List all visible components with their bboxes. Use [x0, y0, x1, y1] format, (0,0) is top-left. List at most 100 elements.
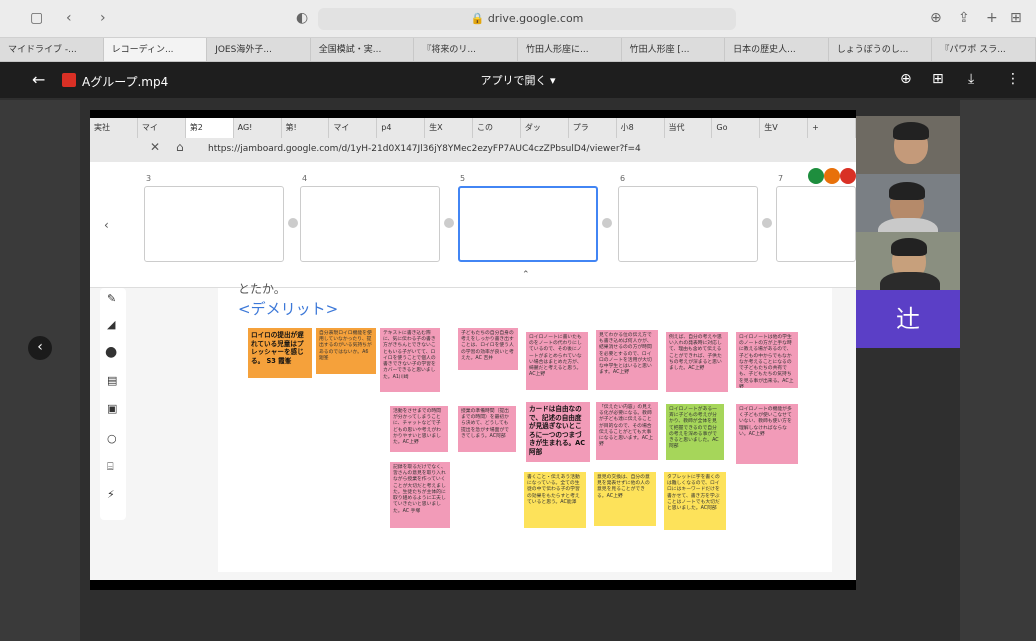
slide-number: 3 [146, 174, 152, 183]
recorded-tab: + [808, 118, 856, 138]
sticky-note: 自分表現ロイロ機能を使用していなかったり、提出するのがいる気持ちがあるのではない… [316, 328, 376, 374]
slides-strip: ‹ 3 4 5 6 7 ⌃ [90, 162, 856, 288]
sticky-note: 活動をさせまでの時間が分かってしまうことに、チャットなどで子どもの思いや考えがわ… [390, 406, 448, 452]
sticky-note: ロイロの提出が遅れている児童はプレッシャーを感じる。 S3 霞峯 [248, 328, 312, 378]
sticky-note: ロイロノートがある一斉に子どもの考えが分かり、教師が全体を見て把握できるので自分… [666, 404, 724, 460]
sticky-note: カードは自由なので、記述の自由度が見過ぎないところに一つのつまづきが生まれる。A… [526, 402, 590, 462]
sticky-note: 子どもたちの自分自身の考えをしっかり書き出すことは、ロイロを使う人の学習の効率が… [458, 328, 518, 370]
add-slide-icon [602, 218, 612, 228]
new-tab-icon[interactable]: + [986, 10, 998, 26]
recorded-tab: 第! [282, 118, 330, 138]
slide-thumbnail [776, 186, 856, 262]
sticky-note: ロイロノートの機能が多く子どもが使いこなせていない、教師も使い方を理解しなければ… [736, 404, 798, 464]
participant-hair [889, 182, 925, 200]
sticky-note: 「伝えたい内容」の見える化が必要になる。教師が子ども達に伝えることが目的なので、… [596, 402, 658, 460]
recorded-url: https://jamboard.google.com/d/1yH-21d0X1… [208, 144, 641, 154]
home-icon: ⌂ [176, 140, 184, 154]
collapse-chevron-icon: ⌃ [522, 270, 530, 280]
open-with-app-button[interactable]: アプリで開く ▾ [464, 70, 572, 92]
video-file-icon [62, 73, 76, 87]
forward-icon[interactable]: › [100, 10, 106, 26]
sticky-note: 見てわかる位の伝え方でも書き込めば何人かが、結果消せるのの方が時間を必要とするの… [596, 330, 658, 390]
sticky-note: 意見の交換は、自分の意見を発表せずに他の人の意見を見ることができる。AC上野 [594, 472, 656, 526]
browser-tab[interactable]: レコーディン... [103, 38, 208, 61]
sidebar-icon[interactable]: ▢ [30, 10, 43, 26]
open-new-window-icon[interactable]: ⊞ [932, 71, 944, 87]
recorded-tab: AG! [234, 118, 282, 138]
browser-tab[interactable]: 『将来のリ... [414, 38, 518, 61]
sticky-note: 書くこと・伝えあう活動になっている。全ての生徒の中で伝わる子の学習の効果をもたら… [524, 472, 586, 528]
recorded-tab: 生X [425, 118, 473, 138]
sticky-note: 例えば、自分の考えや思い入れの発表時に対応して、理由も含めて伝えることができれば… [666, 332, 728, 392]
drive-right-panel [960, 100, 1036, 641]
slide-thumbnail-selected [458, 186, 598, 262]
browser-tab[interactable]: 日本の歴史人... [725, 38, 829, 61]
shield-icon[interactable]: ◐ [296, 10, 308, 26]
browser-tab[interactable]: しょうぼうのし... [829, 38, 933, 61]
recorded-tab: Go [712, 118, 761, 138]
recorded-tab: 第2 [185, 118, 234, 138]
recorded-tab: この [473, 118, 521, 138]
browser-tab[interactable]: マイドライブ -... [0, 38, 104, 61]
avatar [808, 168, 824, 184]
tab-overview-icon[interactable]: ⊞ [1010, 10, 1022, 26]
drive-sidebar [0, 100, 80, 641]
slide-thumbnail [618, 186, 758, 262]
sticky-note: 授業の準備時間（提出までの時間）を最初から決めて、どうしても提出を急がす場面がで… [458, 406, 516, 452]
recorded-tab: ダッ [521, 118, 569, 138]
safari-toolbar: ▢ ‹ › ◐ 🔒 drive.google.com ⊕ ⇪ + ⊞ [0, 0, 1036, 38]
back-arrow-icon[interactable]: ← [32, 70, 45, 89]
lock-icon: 🔒 [470, 12, 485, 25]
browser-tab[interactable]: JOES海外子... [207, 38, 311, 61]
safari-tab-bar: マイドライブ -... レコーディン... JOES海外子... 全国模試・実... 『… [0, 38, 1036, 62]
recorded-tab: p4 [377, 118, 426, 138]
avatar [824, 168, 840, 184]
close-icon: ✕ [150, 140, 161, 154]
browser-tab[interactable]: 『パワポ スラ... [932, 38, 1036, 61]
participant-shirt [878, 218, 938, 232]
add-slide-icon [762, 218, 772, 228]
recorded-tab: 生V [760, 118, 809, 138]
slide-number: 6 [620, 174, 626, 183]
slide-number: 7 [778, 174, 784, 183]
participant-video [856, 116, 960, 174]
image-icon: ▣ [107, 402, 118, 415]
add-to-drive-icon[interactable]: ⊕ [900, 71, 912, 87]
eraser-icon: ◢ [107, 318, 116, 331]
recorded-tab: マイ [138, 118, 186, 138]
download-icon[interactable]: ⤓ [968, 71, 974, 87]
recorded-tab: 小8 [617, 118, 665, 138]
open-with-label: アプリで開く [480, 74, 547, 87]
previous-button[interactable]: ‹ [28, 336, 52, 360]
participant-shirt [880, 272, 940, 290]
recorded-tab: プラ [569, 118, 617, 138]
more-options-icon[interactable]: ⋮ [1006, 71, 1020, 87]
participant-video [856, 174, 960, 232]
browser-tab[interactable]: 竹田人形座 [... [622, 38, 726, 61]
participant-name-tile: 辻 [856, 290, 960, 348]
select-icon: ● [105, 344, 118, 360]
participant-video [856, 232, 960, 290]
recorded-tab: 当代 [665, 118, 713, 138]
previous-text: とたか。 [238, 282, 286, 296]
file-name: Aグループ.mp4 [82, 75, 169, 89]
sticky-note: タブレットに字を書くのは難しくなるので、ロイロにはキーワードだけを書かせて、書き… [664, 472, 726, 530]
sticky-note-icon: ▤ [107, 374, 118, 387]
drive-preview-bar: ← Aグループ.mp4 アプリで開く ▾ ⊕ ⊞ ⤓ ⋮ [0, 62, 1036, 98]
back-icon[interactable]: ‹ [66, 10, 72, 26]
slide-number: 5 [460, 174, 466, 183]
strip-left-arrow: ‹ [104, 218, 109, 232]
participant-hair [893, 122, 929, 140]
sticky-note: テキストに書き込む際に、気に伝わる子の書き方がきちんとできないこともいる子がいて… [380, 328, 440, 392]
download-icon[interactable]: ⊕ [930, 10, 942, 26]
recorded-tab: マイ [329, 118, 378, 138]
browser-tab[interactable]: 竹田人形座に... [518, 38, 622, 61]
address-bar[interactable]: 🔒 drive.google.com [318, 8, 736, 30]
browser-tab[interactable]: 全国模試・実... [311, 38, 415, 61]
jamboard-toolbar: ✎ ◢ ● ▤ ▣ ○ ⌸ ⚡ [100, 288, 126, 520]
participant-hair [891, 238, 927, 256]
slide-number: 4 [302, 174, 308, 183]
share-icon[interactable]: ⇪ [958, 10, 970, 26]
pen-icon: ✎ [107, 292, 117, 305]
circle-icon: ○ [107, 432, 117, 445]
